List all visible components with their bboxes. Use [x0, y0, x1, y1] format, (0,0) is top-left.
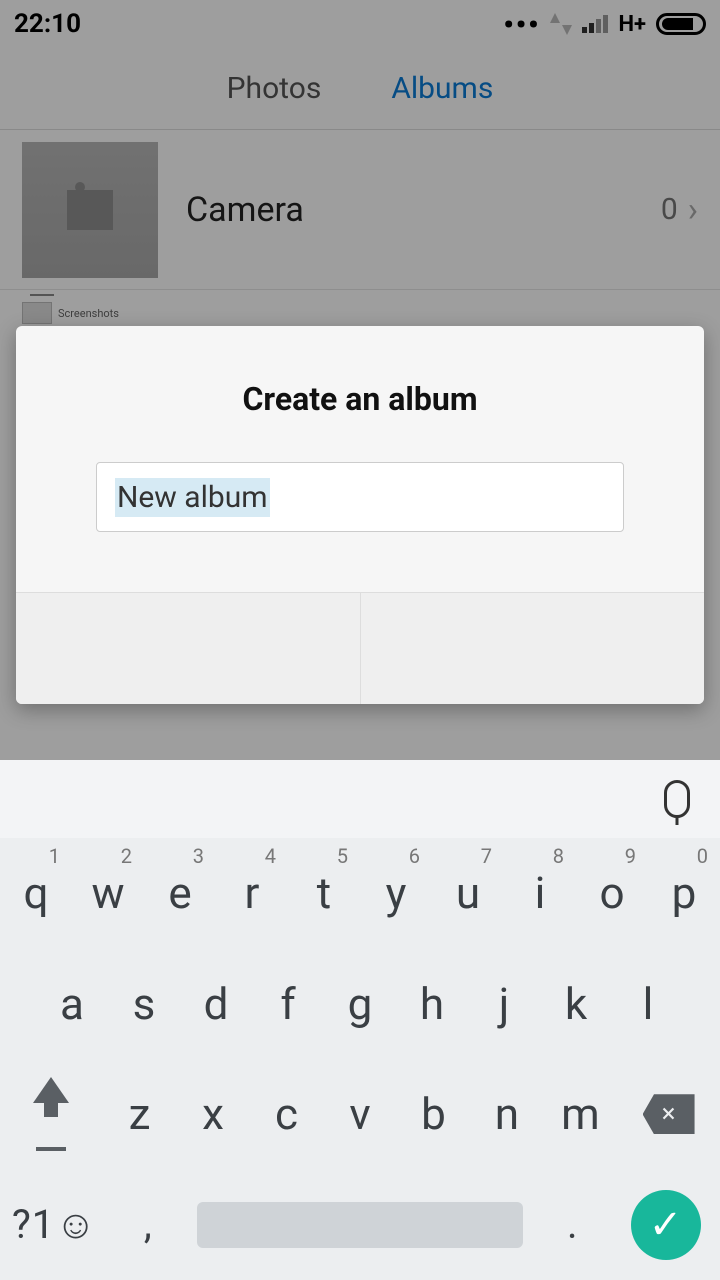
- key-p[interactable]: 0p: [648, 838, 720, 949]
- key-m[interactable]: m: [544, 1059, 617, 1170]
- key-z[interactable]: z: [103, 1059, 176, 1170]
- key-b[interactable]: b: [397, 1059, 470, 1170]
- mic-icon[interactable]: [664, 780, 690, 818]
- key-r[interactable]: 4r: [216, 838, 288, 949]
- key-t[interactable]: 5t: [288, 838, 360, 949]
- key-o[interactable]: 9o: [576, 838, 648, 949]
- key-i[interactable]: 8i: [504, 838, 576, 949]
- album-name-input[interactable]: New album: [96, 462, 624, 532]
- key-backspace[interactable]: ×: [617, 1059, 720, 1170]
- album-name-input-value: New album: [115, 478, 270, 517]
- check-icon: ✓: [631, 1190, 701, 1260]
- key-s[interactable]: s: [108, 949, 180, 1060]
- key-g[interactable]: g: [324, 949, 396, 1060]
- key-comma[interactable]: ,: [109, 1170, 187, 1280]
- key-space[interactable]: [197, 1202, 524, 1248]
- key-y[interactable]: 6y: [360, 838, 432, 949]
- soft-keyboard: 1q 2w 3e 4r 5t 6y 7u 8i 9o 0p a s d f g …: [0, 760, 720, 1280]
- dialog-button-row: [16, 592, 704, 704]
- key-l[interactable]: l: [612, 949, 684, 1060]
- key-symbols[interactable]: ?1☺: [0, 1170, 109, 1280]
- create-album-dialog: Create an album New album: [16, 326, 704, 704]
- key-h[interactable]: h: [396, 949, 468, 1060]
- key-c[interactable]: c: [250, 1059, 323, 1170]
- key-d[interactable]: d: [180, 949, 252, 1060]
- backspace-icon: ×: [643, 1094, 695, 1134]
- key-x[interactable]: x: [176, 1059, 249, 1170]
- key-a[interactable]: a: [36, 949, 108, 1060]
- dialog-cancel-button[interactable]: [16, 593, 361, 704]
- key-q[interactable]: 1q: [0, 838, 72, 949]
- keyboard-row-3: z x c v b n m ×: [0, 1059, 720, 1170]
- key-k[interactable]: k: [540, 949, 612, 1060]
- key-j[interactable]: j: [468, 949, 540, 1060]
- key-e[interactable]: 3e: [144, 838, 216, 949]
- key-period[interactable]: .: [533, 1170, 611, 1280]
- keyboard-row-1: 1q 2w 3e 4r 5t 6y 7u 8i 9o 0p: [0, 838, 720, 949]
- key-w[interactable]: 2w: [72, 838, 144, 949]
- key-v[interactable]: v: [323, 1059, 396, 1170]
- key-f[interactable]: f: [252, 949, 324, 1060]
- key-n[interactable]: n: [470, 1059, 543, 1170]
- key-enter[interactable]: ✓: [611, 1170, 720, 1280]
- keyboard-row-4: ?1☺ , . ✓: [0, 1170, 720, 1280]
- dialog-ok-button[interactable]: [361, 593, 705, 704]
- key-u[interactable]: 7u: [432, 838, 504, 949]
- key-shift[interactable]: [0, 1059, 103, 1170]
- dialog-title: Create an album: [16, 326, 704, 462]
- keyboard-row-2: a s d f g h j k l: [0, 949, 720, 1060]
- shift-icon: [33, 1077, 69, 1103]
